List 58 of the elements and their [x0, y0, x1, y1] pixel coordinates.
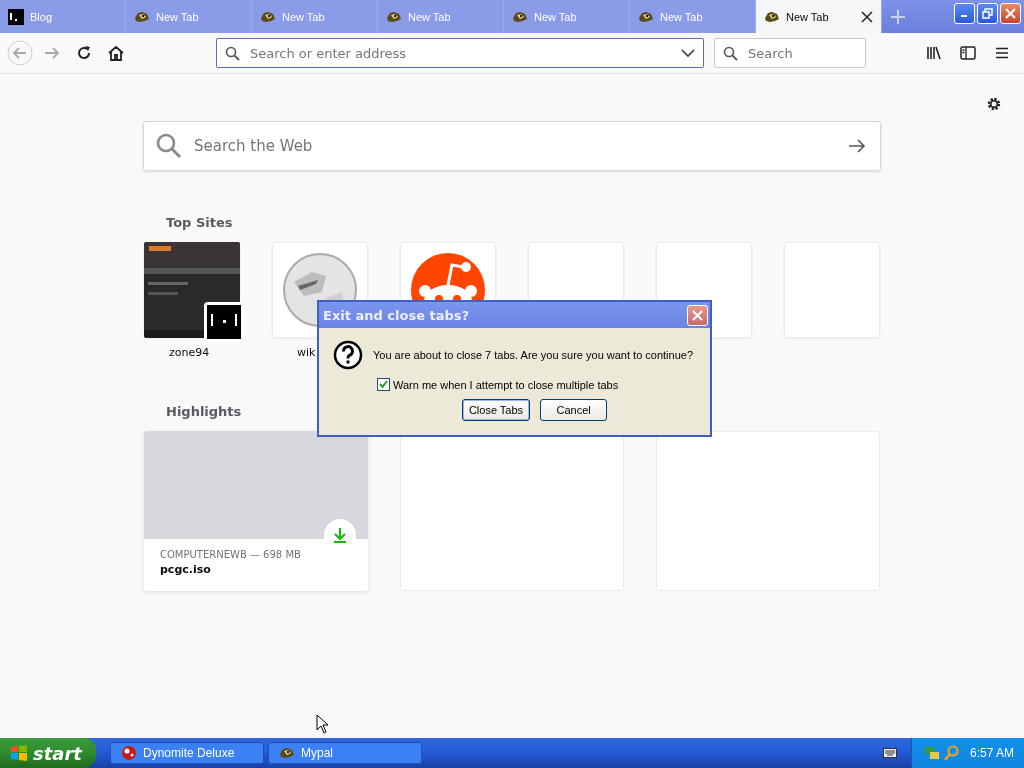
check-icon — [379, 380, 388, 389]
restore-icon — [982, 8, 993, 19]
close-button[interactable] — [687, 304, 708, 326]
settings-icon[interactable] — [986, 96, 1002, 112]
close-icon — [1005, 8, 1016, 19]
search-input[interactable]: Search — [746, 44, 857, 62]
browser-tab[interactable]: Blog — [0, 0, 126, 33]
web-search-input[interactable]: Search the Web — [192, 136, 838, 156]
browser-tab[interactable]: New Tab — [126, 0, 252, 33]
home-icon[interactable] — [108, 45, 124, 61]
dialog-message: You are about to close 7 tabs. Are you sure you want to continue? — [373, 349, 694, 361]
section-heading: Top Sites — [166, 215, 233, 230]
restore-button[interactable] — [977, 3, 998, 24]
menu-icon[interactable] — [995, 47, 1009, 59]
keyboard-icon[interactable] — [882, 748, 897, 758]
dropdown-icon[interactable] — [681, 49, 695, 57]
library-icon[interactable] — [926, 46, 942, 60]
browser-tab[interactable]: New Tab — [630, 0, 756, 33]
pong-icon — [207, 305, 241, 339]
taskbar-item[interactable]: Dynomite Deluxe — [110, 742, 264, 764]
minimize-button[interactable] — [954, 3, 975, 24]
search-icon — [225, 45, 240, 61]
search-icon — [723, 45, 738, 61]
site-label[interactable]: zone94 — [169, 346, 210, 359]
close-button[interactable] — [1000, 3, 1021, 24]
mouse-pointer-icon — [316, 714, 329, 734]
start-button[interactable]: start — [0, 738, 96, 768]
address-bar[interactable]: Search or enter address — [216, 38, 704, 68]
browser-tab[interactable]: New Tab — [378, 0, 504, 33]
card-title: pcgc.iso — [160, 563, 212, 576]
terminal-icon — [8, 8, 24, 25]
dialog-button[interactable]: Close Tabs — [461, 399, 531, 421]
reload-icon[interactable] — [76, 45, 92, 61]
sidebar-icon[interactable] — [960, 46, 976, 60]
clock: 6:57 AM — [969, 746, 1014, 760]
web-search-bar[interactable]: Search the Web — [143, 121, 881, 171]
search-bar[interactable]: Search — [714, 38, 866, 68]
card-source: COMPUTERNEWB — 698 MB — [160, 549, 302, 560]
download-icon — [333, 527, 347, 543]
arrow-icon[interactable] — [848, 139, 866, 153]
close-icon — [692, 309, 703, 321]
address-input[interactable]: Search or enter address — [248, 44, 673, 62]
dialog-button[interactable]: Cancel — [540, 399, 608, 421]
dialog-title: Exit and close tabs? — [323, 307, 470, 323]
ball-icon — [121, 745, 137, 761]
browser-tab[interactable]: New Tab — [756, 0, 882, 33]
highlight-card[interactable]: COMPUTERNEWB — 698 MB pcgc.iso — [144, 431, 368, 591]
site-label[interactable]: wik — [297, 346, 316, 359]
browser-tab[interactable]: New Tab — [252, 0, 378, 33]
section-heading: Highlights — [166, 404, 242, 419]
search-icon — [156, 133, 182, 159]
windows-flag-icon — [10, 744, 28, 762]
close-icon[interactable] — [861, 10, 873, 23]
warn-checkbox[interactable]: Warn me when I attempt to close multiple tabs — [377, 378, 696, 391]
question-icon — [333, 340, 363, 370]
taskbar-item[interactable]: Mypal — [268, 742, 422, 764]
animal-icon — [279, 745, 295, 761]
browser-tab[interactable]: New Tab — [504, 0, 630, 33]
